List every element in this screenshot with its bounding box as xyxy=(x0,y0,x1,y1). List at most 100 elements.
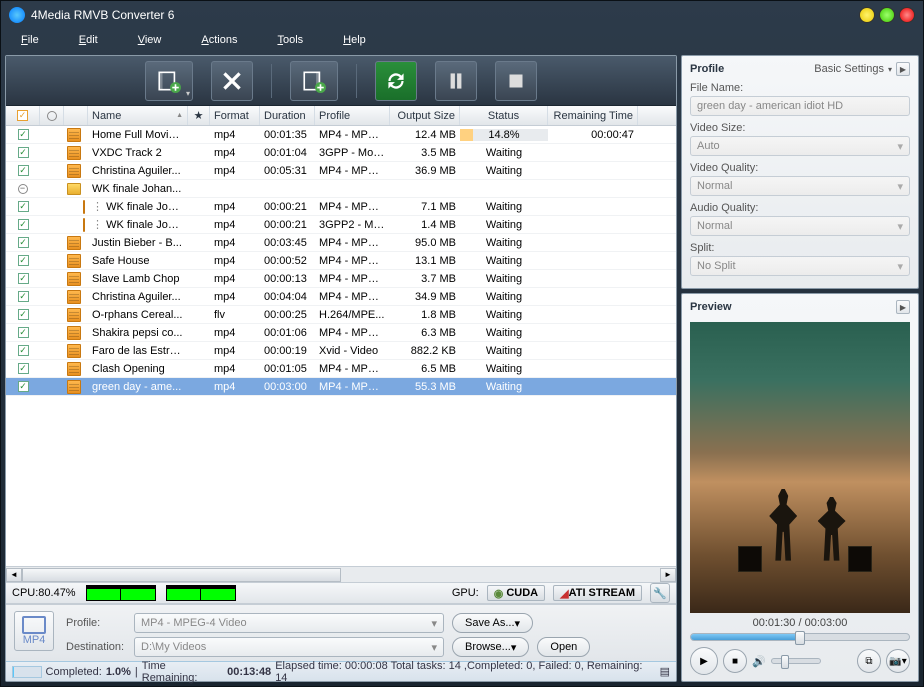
cell-format: mp4 xyxy=(210,201,260,213)
cell-status: Waiting xyxy=(460,345,548,357)
preview-stop-button[interactable]: ■ xyxy=(723,649,747,673)
collapse-icon[interactable]: − xyxy=(18,184,28,194)
time-remaining-label: Time Remaining: xyxy=(142,660,223,684)
expand-preview-icon[interactable]: ▶ xyxy=(896,300,910,314)
add-profile-button[interactable] xyxy=(290,61,338,101)
menu-file[interactable]: File xyxy=(21,34,39,46)
col-format[interactable]: Format xyxy=(210,106,260,125)
remove-button[interactable] xyxy=(211,61,253,101)
maximize-button[interactable] xyxy=(879,7,895,23)
settings-button[interactable]: 🔧 xyxy=(650,583,670,603)
split-select[interactable]: No Split xyxy=(690,256,910,276)
preview-video[interactable] xyxy=(690,322,910,613)
table-row[interactable]: Christina Aguiler...mp400:05:31MP4 - MPE… xyxy=(6,162,676,180)
filename-input[interactable]: green day - american idiot HD xyxy=(690,96,910,116)
ati-badge[interactable]: ◢ATI STREAM xyxy=(553,585,642,601)
col-type-icon[interactable] xyxy=(64,106,88,125)
browse-button[interactable]: Browse... ▾ xyxy=(452,637,529,657)
col-name[interactable]: Name xyxy=(88,106,188,125)
row-checkbox[interactable] xyxy=(18,381,29,392)
preview-time: 00:01:30 / 00:03:00 xyxy=(690,615,910,631)
table-row[interactable]: VXDC Track 2mp400:01:043GPP - Mobil...3.… xyxy=(6,144,676,162)
close-button[interactable] xyxy=(899,7,915,23)
row-checkbox[interactable] xyxy=(18,363,29,374)
row-checkbox[interactable] xyxy=(18,291,29,302)
seek-handle[interactable] xyxy=(795,631,805,645)
snapshot-button[interactable]: ⧉ xyxy=(857,649,881,673)
row-checkbox[interactable] xyxy=(18,309,29,320)
aquality-select[interactable]: Normal xyxy=(690,216,910,236)
row-checkbox[interactable] xyxy=(18,201,29,212)
menu-tools[interactable]: Tools xyxy=(277,34,303,46)
stop-button[interactable] xyxy=(495,61,537,101)
file-icon xyxy=(67,362,81,376)
seek-bar[interactable] xyxy=(690,633,910,641)
cell-profile: 3GPP2 - Mo... xyxy=(315,219,390,231)
vquality-select[interactable]: Normal xyxy=(690,176,910,196)
file-icon xyxy=(67,128,81,142)
menu-edit[interactable]: Edit xyxy=(79,34,98,46)
col-output[interactable]: Output Size xyxy=(390,106,460,125)
table-row[interactable]: ⋮ WK finale Johan...mp400:00:21MP4 - MPE… xyxy=(6,198,676,216)
table-row[interactable]: Justin Bieber - B...mp400:03:45MP4 - MPE… xyxy=(6,234,676,252)
row-checkbox[interactable] xyxy=(18,273,29,284)
col-star[interactable]: ★ xyxy=(188,106,210,125)
menu-view[interactable]: View xyxy=(138,34,162,46)
convert-button[interactable] xyxy=(375,61,417,101)
cell-output: 6.3 MB xyxy=(390,327,460,339)
cell-profile: MP4 - MPEG... xyxy=(315,255,390,267)
table-row[interactable]: green day - ame...mp400:03:00MP4 - MPEG.… xyxy=(6,378,676,396)
minimize-button[interactable] xyxy=(859,7,875,23)
volume-slider[interactable] xyxy=(771,658,821,664)
table-row[interactable]: Faro de las Estre...mp400:00:19Xvid - Vi… xyxy=(6,342,676,360)
stop-icon xyxy=(503,68,529,94)
table-row[interactable]: Clash Openingmp400:01:05MP4 - MPEG...6.5… xyxy=(6,360,676,378)
row-checkbox[interactable] xyxy=(18,219,29,230)
pause-button[interactable] xyxy=(435,61,477,101)
table-row[interactable]: Christina Aguiler...mp400:04:04MP4 - MPE… xyxy=(6,288,676,306)
col-profile[interactable]: Profile xyxy=(315,106,390,125)
camera-button[interactable]: 📷▾ xyxy=(886,649,910,673)
table-row[interactable]: −WK finale Johan... xyxy=(6,180,676,198)
save-as-button[interactable]: Save As... ▾ xyxy=(452,613,533,633)
col-status[interactable]: Status xyxy=(460,106,548,125)
scroll-left-icon[interactable]: ◄ xyxy=(6,568,22,582)
menu-actions[interactable]: Actions xyxy=(201,34,237,46)
cell-format: mp4 xyxy=(210,129,260,141)
row-checkbox[interactable] xyxy=(18,327,29,338)
row-checkbox[interactable] xyxy=(18,345,29,356)
row-checkbox[interactable] xyxy=(18,237,29,248)
menu-help[interactable]: Help xyxy=(343,34,366,46)
table-row[interactable]: Shakira pepsi co...mp400:01:06MP4 - MPEG… xyxy=(6,324,676,342)
row-checkbox[interactable] xyxy=(18,255,29,266)
col-remaining[interactable]: Remaining Time xyxy=(548,106,638,125)
scroll-thumb[interactable] xyxy=(22,568,341,582)
table-row[interactable]: Safe Housemp400:00:52MP4 - MPEG...13.1 M… xyxy=(6,252,676,270)
cuda-badge[interactable]: ◉CUDA xyxy=(487,585,545,601)
table-row[interactable]: O-rphans Cereal...flv00:00:25H.264/MPE..… xyxy=(6,306,676,324)
col-status-icon[interactable] xyxy=(40,106,64,125)
table-row[interactable]: Slave Lamb Chopmp400:00:13MP4 - MPEG...3… xyxy=(6,270,676,288)
cpu-graph-2 xyxy=(166,585,236,601)
expand-profile-icon[interactable]: ▶ xyxy=(896,62,910,76)
col-checkbox[interactable] xyxy=(6,106,40,125)
open-button[interactable]: Open xyxy=(537,637,590,657)
col-duration[interactable]: Duration xyxy=(260,106,315,125)
destination-select[interactable]: D:\My Videos xyxy=(134,637,444,657)
profile-select[interactable]: MP4 - MPEG-4 Video xyxy=(134,613,444,633)
scroll-right-icon[interactable]: ► xyxy=(660,568,676,582)
horizontal-scrollbar[interactable]: ◄ ► xyxy=(6,566,676,582)
row-checkbox[interactable] xyxy=(18,165,29,176)
videosize-select[interactable]: Auto xyxy=(690,136,910,156)
volume-icon[interactable]: 🔊 xyxy=(752,655,766,668)
table-row[interactable]: Home Full Movie ...mp400:01:35MP4 - MPEG… xyxy=(6,126,676,144)
log-icon[interactable]: ▤ xyxy=(660,665,670,678)
title-bar[interactable]: 4Media RMVB Converter 6 xyxy=(1,1,923,29)
row-checkbox[interactable] xyxy=(18,147,29,158)
row-checkbox[interactable] xyxy=(18,129,29,140)
play-button[interactable]: ▶ xyxy=(690,647,718,675)
table-row[interactable]: ⋮ WK finale Johan...mp400:00:213GPP2 - M… xyxy=(6,216,676,234)
cell-duration: 00:00:25 xyxy=(260,309,315,321)
basic-settings-link[interactable]: Basic Settings xyxy=(814,63,884,75)
add-file-button[interactable]: ▾ xyxy=(145,61,193,101)
